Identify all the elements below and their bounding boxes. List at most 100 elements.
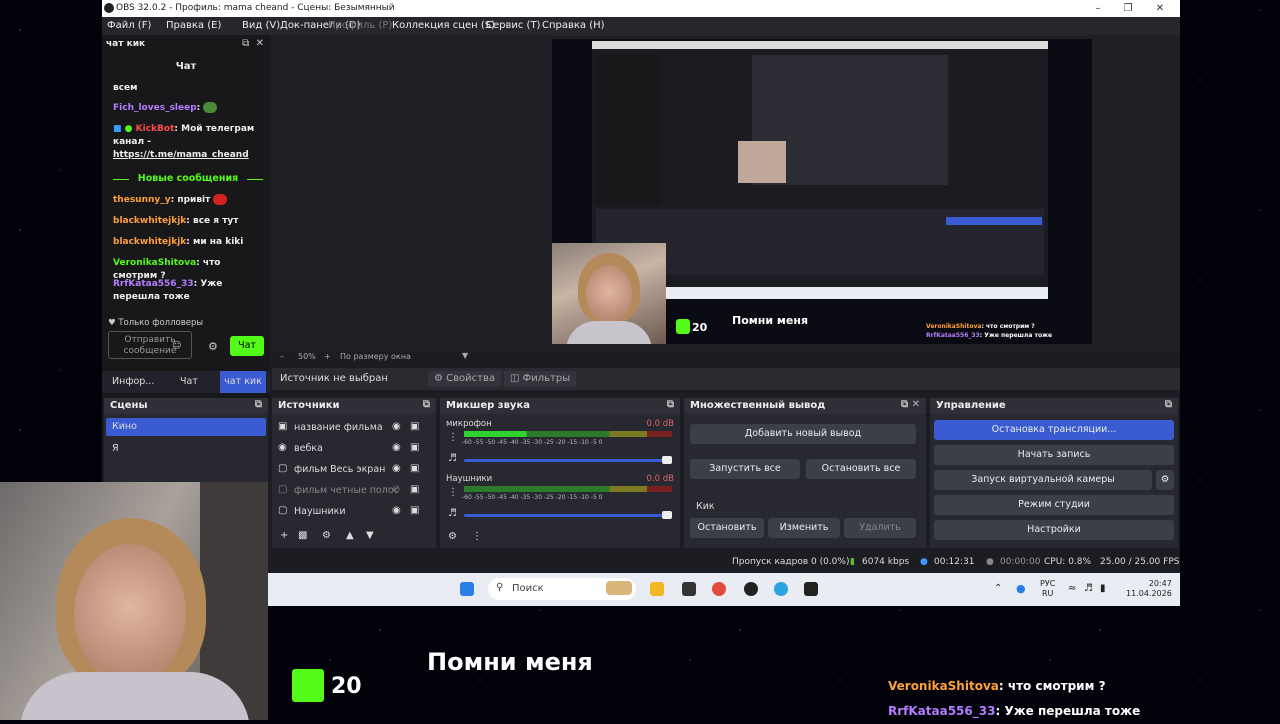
obs-taskbar-icon[interactable] xyxy=(744,582,758,596)
maximize-button[interactable]: ❐ xyxy=(1118,1,1138,16)
visibility-eye-icon[interactable]: ◉ xyxy=(392,505,401,516)
telegram-icon[interactable] xyxy=(774,582,788,596)
studio-mode-button[interactable]: Режим студии xyxy=(934,495,1174,515)
volume-slider[interactable] xyxy=(464,514,670,517)
chrome-icon[interactable] xyxy=(712,582,726,596)
windows-start-icon[interactable] xyxy=(460,582,474,596)
chat-message: blackwhitejkjk: ми на kiki xyxy=(113,237,244,247)
scene-item[interactable]: Я xyxy=(112,443,119,454)
text-source-icon: ▣ xyxy=(278,421,288,432)
speaker-icon[interactable]: ♬ xyxy=(448,453,457,464)
close-button[interactable]: ✕ xyxy=(1150,1,1170,16)
more-icon[interactable]: ⋮ xyxy=(448,487,458,498)
more-icon[interactable]: ⋮ xyxy=(448,432,458,443)
stop-all-button[interactable]: Остановить все xyxy=(806,459,916,479)
more-icon[interactable]: ⋮ xyxy=(472,531,482,542)
battery-icon[interactable]: ▮ xyxy=(1100,583,1106,594)
lock-icon[interactable]: ▣ xyxy=(410,484,419,495)
volume-slider[interactable] xyxy=(464,459,670,462)
minimize-button[interactable]: – xyxy=(1088,1,1108,16)
virtual-camera-settings-button[interactable]: ⚙ xyxy=(1156,470,1174,490)
edit-output-button[interactable]: Изменить xyxy=(768,518,840,538)
gear-icon[interactable]: ⚙ xyxy=(322,530,331,541)
chevron-down-icon[interactable]: ▼ xyxy=(462,351,468,360)
delete-output-button[interactable]: Удалить xyxy=(844,518,916,538)
volume-slider-knob[interactable] xyxy=(662,511,672,519)
settings-button[interactable]: Настройки xyxy=(934,520,1174,540)
cpu-usage: CPU: 0.8% xyxy=(1044,557,1092,567)
visibility-hidden-icon[interactable]: ⊘ xyxy=(392,484,400,495)
terminal-icon[interactable] xyxy=(804,582,818,596)
lock-icon[interactable]: ▣ xyxy=(410,463,419,474)
webcam-overlay xyxy=(0,482,268,720)
filters-button[interactable]: ◫ Фильтры xyxy=(504,371,577,387)
preview-song-title: Помни меня xyxy=(732,314,809,327)
zoom-out-button[interactable]: – xyxy=(280,352,284,361)
chevron-up-icon[interactable]: ⌃ xyxy=(994,583,1002,594)
overlay-chat-message: VeronikaShitova: что смотрим ? xyxy=(888,679,1106,693)
visibility-eye-icon[interactable]: ◉ xyxy=(392,421,401,432)
zoom-in-button[interactable]: + xyxy=(324,352,331,361)
emoji-icon[interactable]: ☺ xyxy=(172,341,181,351)
move-up-icon[interactable]: ▲ xyxy=(346,530,354,541)
new-messages-divider[interactable]: Новые сообщения xyxy=(113,173,263,184)
microphone-icon[interactable]: ● xyxy=(1016,582,1026,595)
preview-area[interactable]: 20 Помни меня VeronikaShitova: что смотр… xyxy=(272,35,1180,351)
float-icon[interactable]: ⧉ xyxy=(667,399,674,410)
volume-meter xyxy=(464,486,672,492)
taskbar-search[interactable]: ⚲ Поиск xyxy=(488,578,636,600)
scene-item-selected[interactable]: Кино xyxy=(106,418,266,436)
speaker-icon[interactable]: ♬ xyxy=(448,508,457,519)
preview-overlay-chat: VeronikaShitova: что смотрим ? RrfKataa5… xyxy=(926,323,1053,339)
move-down-icon[interactable]: ▼ xyxy=(366,530,374,541)
volume-slider-knob[interactable] xyxy=(662,456,672,464)
multiple-output-dock: Множественный вывод ⧉ ✕ Добавить новый вы… xyxy=(684,398,926,548)
menu-profile[interactable]: Профиль (P) xyxy=(328,20,392,31)
add-output-button[interactable]: Добавить новый вывод xyxy=(690,424,916,444)
tab-kick-chat[interactable]: чат кик xyxy=(220,371,266,393)
menu-file[interactable]: Файл (F) xyxy=(107,20,151,31)
start-virtual-camera-button[interactable]: Запуск виртуальной камеры xyxy=(934,470,1152,490)
file-explorer-icon[interactable] xyxy=(650,582,664,596)
tab-info[interactable]: Инфор... xyxy=(112,376,154,387)
trash-icon[interactable]: ▩ xyxy=(298,530,307,541)
lock-icon[interactable]: ▣ xyxy=(410,421,419,432)
chat-message: ■ ● KickBot: Мой телеграм канал - https:… xyxy=(113,124,255,160)
float-icon[interactable]: ⧉ xyxy=(242,38,249,49)
lock-icon[interactable]: ▣ xyxy=(410,442,419,453)
menu-edit[interactable]: Правка (E) xyxy=(166,20,221,31)
tab-chat[interactable]: Чат xyxy=(180,376,198,387)
stream-canvas[interactable]: 20 Помни меня VeronikaShitova: что смотр… xyxy=(552,39,1092,344)
visibility-eye-icon[interactable]: ◉ xyxy=(392,442,401,453)
app-icon[interactable] xyxy=(682,582,696,596)
lock-icon[interactable]: ▣ xyxy=(410,505,419,516)
start-all-button[interactable]: Запустить все xyxy=(690,459,800,479)
language-indicator[interactable]: РУС RU xyxy=(1040,579,1055,599)
meter-ticks: -60 -55 -50 -45 -40 -35 -30 -25 -20 -15 … xyxy=(462,494,603,501)
mixer-settings-icon[interactable]: ⚙ xyxy=(448,531,457,542)
widget-icon xyxy=(606,581,632,595)
menu-scene-collection[interactable]: Коллекция сцен (S) xyxy=(392,20,495,31)
clock[interactable]: 20:47 11.04.2026 xyxy=(1126,579,1172,599)
fit-mode-select[interactable]: По размеру окна xyxy=(340,352,411,361)
gear-icon[interactable]: ⚙ xyxy=(208,340,218,353)
stop-output-button[interactable]: Остановить xyxy=(690,518,764,538)
dock-controls[interactable]: ⧉ ✕ xyxy=(901,399,920,410)
stop-streaming-button[interactable]: Остановка трансляции... xyxy=(934,420,1174,440)
menu-help[interactable]: Справка (H) xyxy=(542,20,605,31)
wifi-icon[interactable]: ≈ xyxy=(1068,583,1076,594)
chat-link[interactable]: https://t.me/mama_cheand xyxy=(113,150,249,160)
float-icon[interactable]: ⧉ xyxy=(423,399,430,410)
start-recording-button[interactable]: Начать запись xyxy=(934,445,1174,465)
send-chat-button[interactable]: Чат xyxy=(230,336,264,356)
window-title: OBS 32.0.2 - Профиль: mama cheand - Сцен… xyxy=(116,3,395,13)
menu-view[interactable]: Вид (V) xyxy=(242,20,280,31)
volume-icon[interactable]: ♬ xyxy=(1084,583,1093,594)
visibility-eye-icon[interactable]: ◉ xyxy=(392,463,401,474)
float-icon[interactable]: ⧉ xyxy=(1165,399,1172,410)
properties-button[interactable]: ⚙ Свойства xyxy=(428,371,501,387)
close-dock-icon[interactable]: ✕ xyxy=(256,38,264,49)
add-icon[interactable]: + xyxy=(280,530,288,541)
menu-tools[interactable]: Сервис (T) xyxy=(486,20,540,31)
float-icon[interactable]: ⧉ xyxy=(255,399,262,410)
